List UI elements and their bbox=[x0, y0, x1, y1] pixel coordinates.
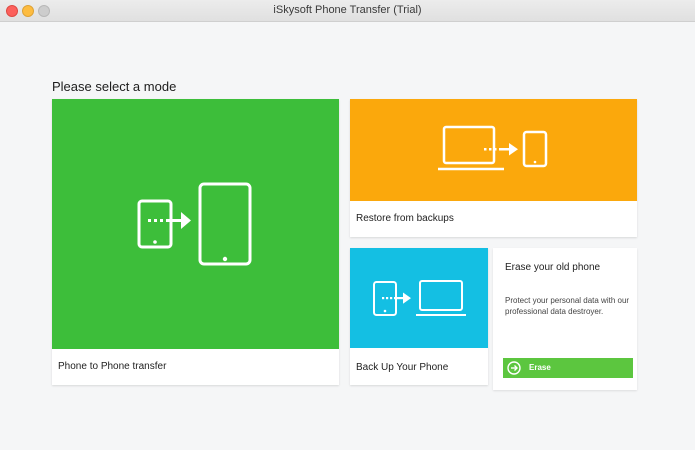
erase-button-label: Erase bbox=[529, 363, 551, 372]
back-up-phone-card[interactable]: Back Up Your Phone bbox=[350, 248, 488, 385]
erase-panel: Erase your old phone Protect your person… bbox=[493, 248, 637, 390]
backup-label: Back Up Your Phone bbox=[356, 362, 449, 373]
page-title: Please select a mode bbox=[52, 79, 177, 94]
restore-label: Restore from backups bbox=[356, 213, 454, 224]
backup-banner bbox=[350, 248, 488, 348]
phone-to-phone-icon bbox=[137, 182, 252, 266]
erase-button[interactable]: Erase bbox=[503, 358, 633, 378]
window-title: iSkysoft Phone Transfer (Trial) bbox=[273, 4, 422, 16]
restore-from-backups-card[interactable]: Restore from backups bbox=[350, 99, 637, 237]
title-bar: iSkysoft Phone Transfer (Trial) bbox=[0, 0, 695, 22]
erase-title: Erase your old phone bbox=[505, 262, 601, 273]
phone-to-phone-banner bbox=[52, 99, 339, 349]
erase-description: Protect your personal data with our prof… bbox=[505, 296, 630, 316]
phone-to-phone-card[interactable]: Phone to Phone transfer bbox=[52, 99, 339, 385]
phone-to-phone-label: Phone to Phone transfer bbox=[58, 361, 167, 372]
arrow-circle-icon bbox=[507, 361, 521, 375]
phone-to-laptop-icon bbox=[373, 280, 466, 316]
laptop-to-phone-icon bbox=[438, 125, 548, 171]
restore-banner bbox=[350, 99, 637, 201]
